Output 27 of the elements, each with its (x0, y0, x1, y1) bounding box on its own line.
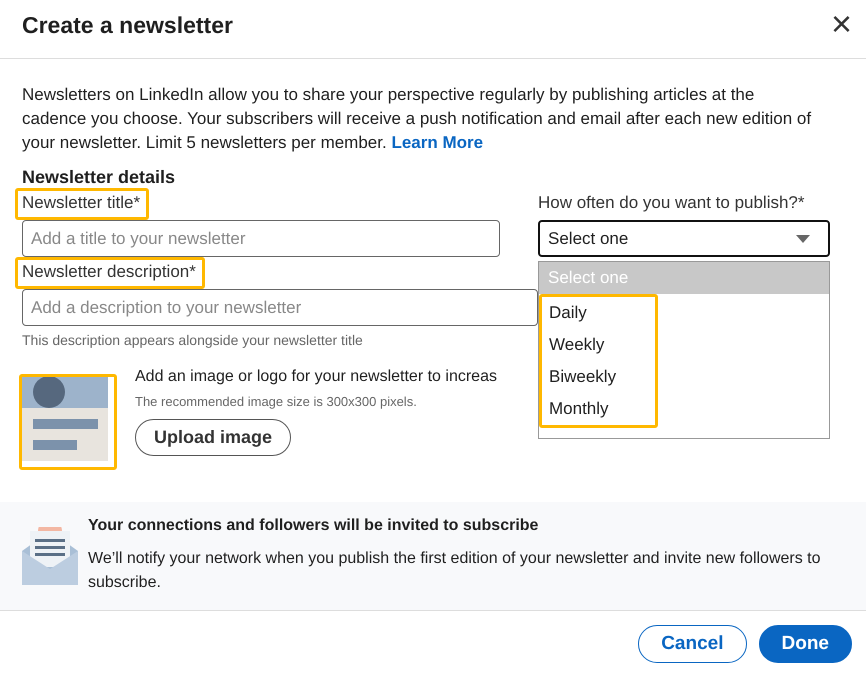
section-title: Newsletter details (22, 167, 176, 188)
dropdown-option[interactable]: Weekly (542, 329, 626, 361)
notice-text: We’ll notify your network when you publish the first edition of your newsletter and invite new followers to subscribe. (88, 549, 822, 593)
image-prompt-text: Add an image or logo for your newsletter to increas (135, 368, 497, 386)
input-field[interactable]: Add a title to your newsletter (22, 220, 500, 257)
image-placeholder-icon (22, 377, 108, 461)
field-label: How often do you want to publish?* (537, 192, 806, 214)
field-label: Newsletter description* (15, 257, 205, 289)
dropdown-option[interactable]: Daily (542, 297, 626, 329)
hint-text: The recommended image size is 300x300 pixels. (135, 394, 418, 409)
intro-text: Newsletters on LinkedIn allow you to share your perspective regularly by publishing articles at the cadence you choose. Your subscribers will receive a push notification and email after each new edition of your newsletter. Limit 5 newsletters per member. Learn More (22, 84, 812, 154)
learn-more-link[interactable]: Learn More (391, 133, 484, 152)
frequency-dropdown[interactable]: Select one (538, 220, 830, 257)
dropdown-value: Select one (548, 228, 628, 248)
done-button[interactable]: Done (758, 625, 852, 663)
envelope-icon (22, 527, 78, 585)
upload-image-button[interactable]: Upload image (135, 419, 292, 456)
hint-text: This description appears alongside your newsletter title (22, 332, 364, 348)
dropdown-option[interactable]: Monthly (542, 393, 626, 425)
cancel-button[interactable]: Cancel (638, 625, 746, 663)
dialog-title: Create a newsletter (22, 12, 233, 38)
notice-title: Your connections and followers will be invited to subscribe (88, 517, 540, 535)
dropdown-option[interactable]: Biweekly (542, 361, 626, 393)
close-button[interactable]: × (826, 6, 856, 42)
field-label: Newsletter title* (15, 188, 150, 220)
caret-icon (796, 234, 810, 242)
input-field[interactable]: Add a description to your newsletter (22, 289, 538, 326)
